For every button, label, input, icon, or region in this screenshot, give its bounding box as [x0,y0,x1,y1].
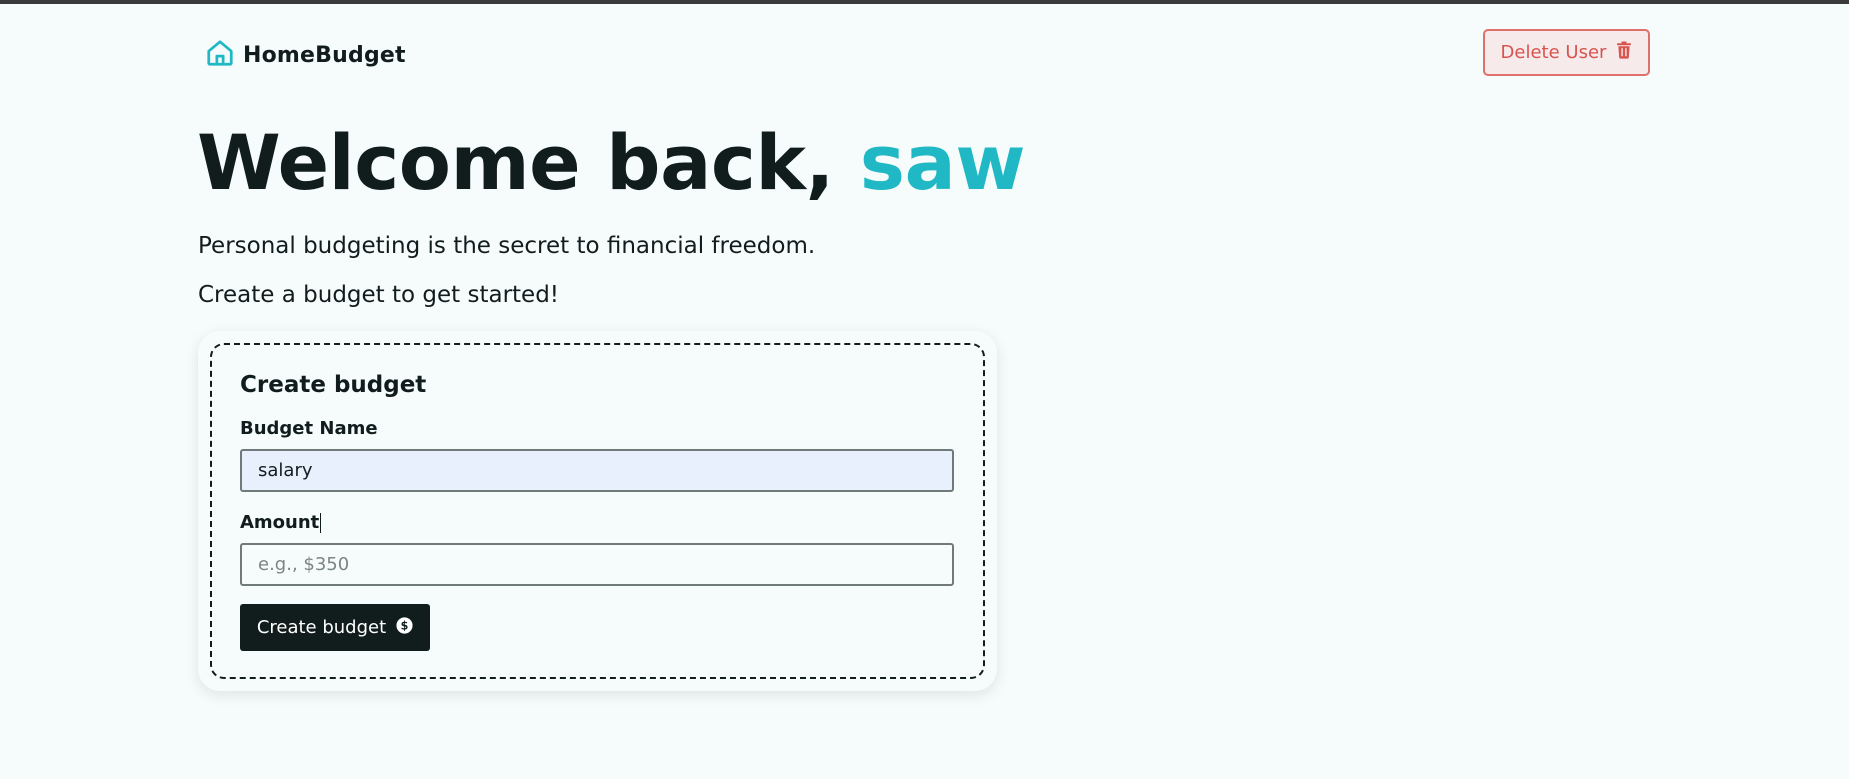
cta-text: Create a budget to get started! [198,282,560,308]
svg-text:$: $ [401,619,409,632]
welcome-greeting: Welcome back, [197,118,834,207]
trash-icon [1616,41,1632,64]
budget-name-label-text: Budget Name [240,418,378,439]
delete-user-label: Delete User [1500,42,1607,63]
amount-label: Amount [240,512,322,533]
budget-name-input[interactable] [240,449,954,492]
dollar-circle-icon: $ [396,616,413,639]
budget-name-label: Budget Name [240,418,378,439]
create-budget-card: Create budget Budget Name Amount Create … [198,331,997,691]
amount-input[interactable] [240,543,954,586]
amount-label-text: Amount [240,512,320,533]
create-budget-form: Create budget Budget Name Amount Create … [210,343,985,679]
tagline-text: Personal budgeting is the secret to fina… [198,233,816,259]
text-caret [320,513,322,533]
welcome-heading: Welcome back, saw [197,118,1026,208]
delete-user-button[interactable]: Delete User [1483,29,1650,76]
create-budget-button-label: Create budget [256,617,387,638]
home-logo-link[interactable]: HomeBudget [205,38,406,72]
welcome-user-name: saw [859,118,1026,207]
form-title: Create budget [240,372,427,398]
top-border [0,0,1849,4]
logo-text: HomeBudget [243,42,406,68]
home-icon [205,38,235,72]
create-budget-button[interactable]: Create budget $ [240,604,430,651]
